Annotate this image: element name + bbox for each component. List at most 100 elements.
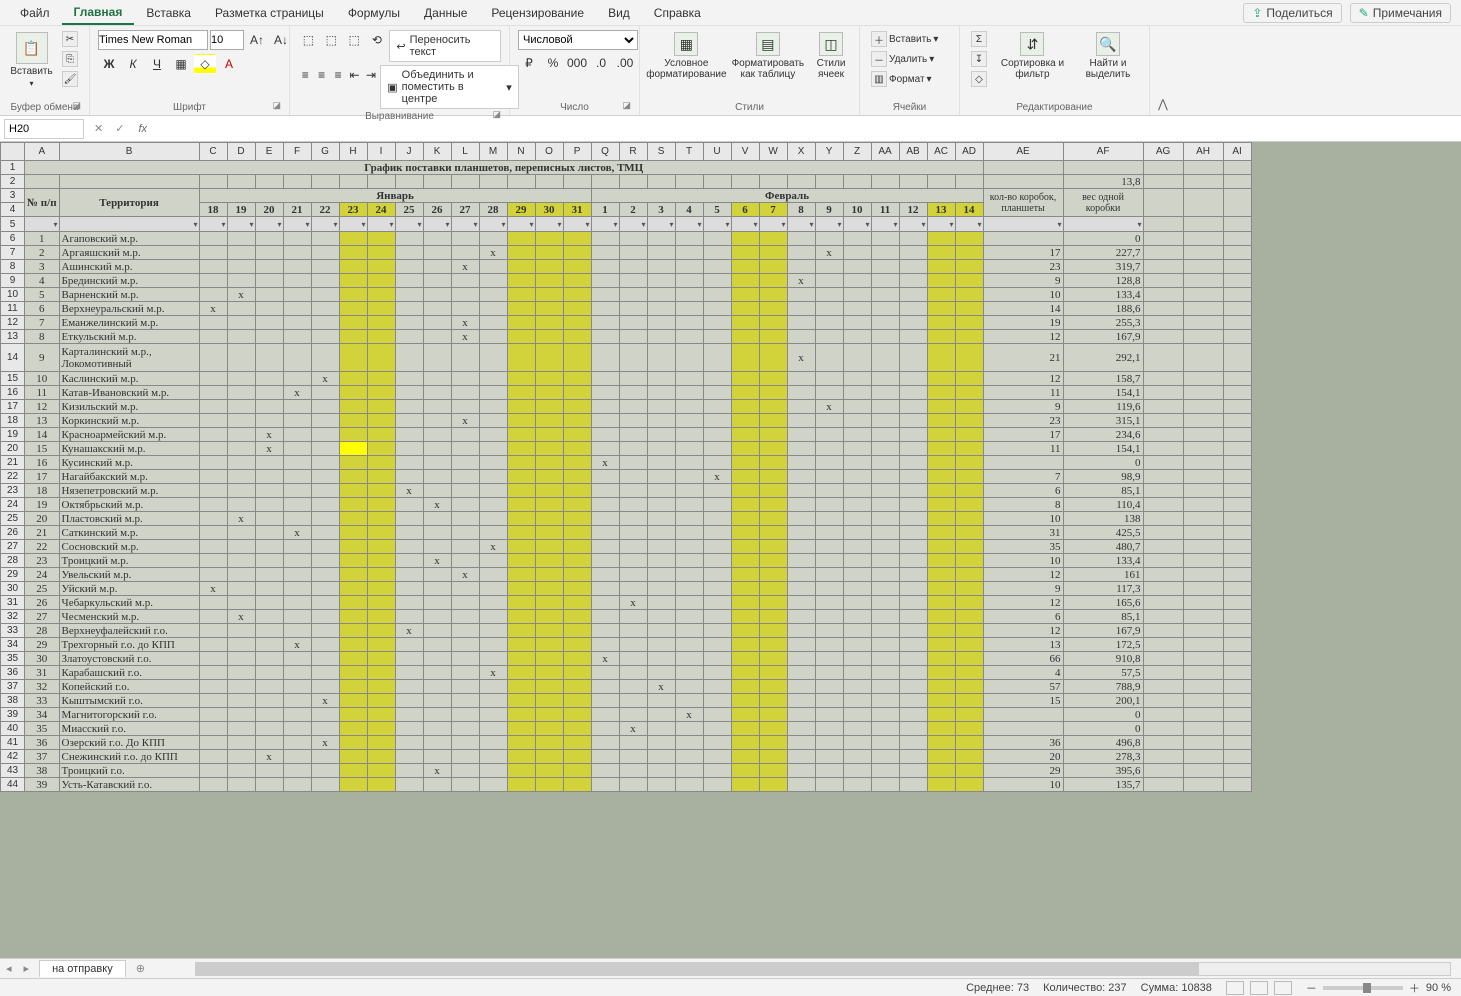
mark-cell[interactable] — [283, 302, 311, 316]
mark-cell[interactable] — [843, 708, 871, 722]
mark-cell[interactable] — [927, 428, 955, 442]
mark-cell[interactable] — [703, 246, 731, 260]
mark-cell[interactable] — [871, 274, 899, 288]
mark-cell[interactable] — [759, 260, 787, 274]
mark-cell[interactable] — [255, 246, 283, 260]
mark-cell[interactable] — [479, 288, 507, 302]
mark-cell[interactable] — [395, 442, 423, 456]
mark-cell[interactable] — [367, 260, 395, 274]
mark-cell[interactable] — [843, 470, 871, 484]
mark-cell[interactable] — [871, 764, 899, 778]
mark-cell[interactable] — [507, 624, 535, 638]
mark-cell[interactable] — [703, 484, 731, 498]
mark-cell[interactable] — [703, 302, 731, 316]
mark-cell[interactable] — [283, 344, 311, 372]
mark-cell[interactable] — [199, 722, 227, 736]
mark-cell[interactable] — [339, 498, 367, 512]
mark-cell[interactable] — [843, 666, 871, 680]
mark-cell[interactable] — [815, 666, 843, 680]
mark-cell[interactable] — [619, 330, 647, 344]
mark-cell[interactable] — [619, 428, 647, 442]
mark-cell[interactable] — [311, 274, 339, 288]
mark-cell[interactable] — [395, 260, 423, 274]
mark-cell[interactable] — [843, 414, 871, 428]
mark-cell[interactable] — [255, 316, 283, 330]
mark-cell[interactable] — [619, 736, 647, 750]
filter-drop[interactable] — [536, 217, 563, 231]
mark-cell[interactable] — [283, 764, 311, 778]
col-header[interactable]: I — [367, 143, 395, 161]
mark-cell[interactable] — [899, 526, 927, 540]
mark-cell[interactable] — [787, 330, 815, 344]
mark-cell[interactable] — [479, 498, 507, 512]
mark-cell[interactable] — [731, 666, 759, 680]
mark-cell[interactable] — [675, 428, 703, 442]
mark-cell[interactable] — [283, 778, 311, 792]
mark-cell[interactable] — [255, 722, 283, 736]
mark-cell[interactable] — [255, 624, 283, 638]
mark-cell[interactable]: x — [451, 316, 479, 330]
mark-cell[interactable] — [395, 414, 423, 428]
mark-cell[interactable] — [283, 456, 311, 470]
mark-cell[interactable] — [367, 512, 395, 526]
mark-cell[interactable] — [423, 624, 451, 638]
mark-cell[interactable] — [227, 694, 255, 708]
mark-cell[interactable] — [479, 708, 507, 722]
mark-cell[interactable] — [619, 526, 647, 540]
mark-cell[interactable] — [507, 456, 535, 470]
filter-drop[interactable] — [60, 217, 199, 231]
mark-cell[interactable] — [507, 414, 535, 428]
mark-cell[interactable] — [647, 596, 675, 610]
mark-cell[interactable]: x — [619, 596, 647, 610]
mark-cell[interactable] — [339, 582, 367, 596]
mark-cell[interactable] — [423, 414, 451, 428]
mark-cell[interactable] — [311, 778, 339, 792]
mark-cell[interactable] — [591, 372, 619, 386]
mark-cell[interactable] — [367, 442, 395, 456]
mark-cell[interactable] — [815, 428, 843, 442]
mark-cell[interactable] — [423, 274, 451, 288]
mark-cell[interactable] — [647, 400, 675, 414]
mark-cell[interactable] — [787, 246, 815, 260]
mark-cell[interactable] — [871, 680, 899, 694]
mark-cell[interactable] — [451, 554, 479, 568]
mark-cell[interactable] — [507, 442, 535, 456]
border-button[interactable]: ▦ — [170, 54, 192, 74]
mark-cell[interactable] — [731, 680, 759, 694]
mark-cell[interactable] — [759, 554, 787, 568]
mark-cell[interactable] — [283, 624, 311, 638]
col-header[interactable]: R — [619, 143, 647, 161]
mark-cell[interactable] — [647, 274, 675, 288]
mark-cell[interactable] — [479, 456, 507, 470]
mark-cell[interactable] — [591, 484, 619, 498]
mark-cell[interactable] — [843, 302, 871, 316]
mark-cell[interactable] — [311, 456, 339, 470]
mark-cell[interactable] — [255, 274, 283, 288]
zoom-out-button[interactable]: － — [1306, 980, 1317, 996]
mark-cell[interactable] — [199, 540, 227, 554]
mark-cell[interactable] — [367, 316, 395, 330]
mark-cell[interactable] — [227, 582, 255, 596]
mark-cell[interactable] — [339, 442, 367, 456]
mark-cell[interactable] — [703, 666, 731, 680]
mark-cell[interactable] — [955, 694, 983, 708]
mark-cell[interactable] — [395, 708, 423, 722]
mark-cell[interactable] — [479, 344, 507, 372]
mark-cell[interactable] — [703, 260, 731, 274]
mark-cell[interactable] — [395, 400, 423, 414]
col-header[interactable]: B — [59, 143, 199, 161]
mark-cell[interactable]: x — [591, 456, 619, 470]
mark-cell[interactable] — [227, 386, 255, 400]
mark-cell[interactable] — [563, 582, 591, 596]
mark-cell[interactable] — [339, 610, 367, 624]
mark-cell[interactable] — [899, 554, 927, 568]
mark-cell[interactable] — [339, 554, 367, 568]
mark-cell[interactable] — [451, 526, 479, 540]
mark-cell[interactable] — [339, 316, 367, 330]
mark-cell[interactable] — [227, 428, 255, 442]
mark-cell[interactable] — [619, 624, 647, 638]
mark-cell[interactable] — [507, 484, 535, 498]
mark-cell[interactable] — [731, 750, 759, 764]
mark-cell[interactable] — [619, 778, 647, 792]
mark-cell[interactable] — [591, 694, 619, 708]
